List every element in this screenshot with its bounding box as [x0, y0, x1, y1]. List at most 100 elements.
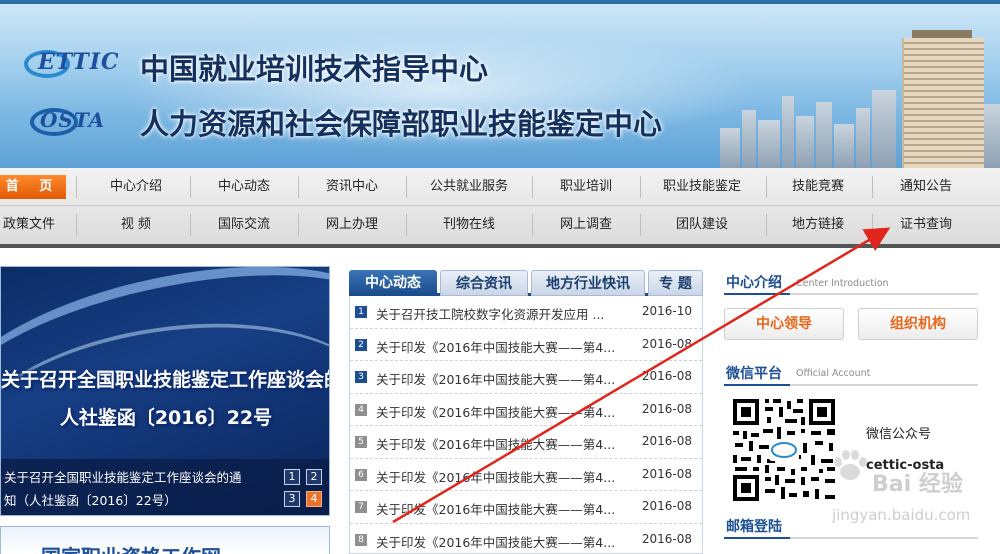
wechat-subheading: Official Account: [796, 368, 871, 379]
nav-divider: [872, 214, 873, 236]
slide-headline: 关于召开全国职业技能鉴定工作座谈会的通知: [1, 369, 329, 391]
news-rank-badge: 7: [355, 501, 367, 513]
nav-divider: [532, 214, 533, 236]
news-title[interactable]: 关于印发《2016年中国技能大赛——第4...: [376, 532, 626, 551]
list-item[interactable]: 5 关于印发《2016年中国技能大赛——第4... 2016-08: [350, 426, 702, 459]
list-item[interactable]: 2 关于印发《2016年中国技能大赛——第4... 2016-08: [350, 329, 702, 361]
center-leaders-button[interactable]: 中心领导: [724, 308, 844, 340]
nav-vocational-training[interactable]: 职业培训: [534, 168, 638, 206]
slide-page-3[interactable]: 3: [284, 491, 300, 507]
news-rank-badge: 4: [355, 403, 367, 416]
ettic-logo-text: ETTIC: [38, 49, 120, 75]
nav-center-intro[interactable]: 中心介绍: [84, 168, 188, 206]
center-intro-heading: 中心介绍: [726, 275, 782, 291]
news-title[interactable]: 关于印发《2016年中国技能大赛——第4...: [376, 499, 626, 518]
news-rank-badge: 1: [355, 306, 367, 318]
nav-skill-competition[interactable]: 技能竞赛: [768, 168, 868, 206]
mail-login-heading[interactable]: 邮箱登陆: [726, 516, 782, 536]
news-date: 2016-08: [641, 401, 692, 416]
wechat-account-label: 微信公众号: [866, 427, 932, 442]
slide-headline-doc-number: 人社鉴函〔2016〕22号: [59, 407, 273, 429]
nav-divider: [406, 214, 407, 236]
ettic-logo[interactable]: ETTIC: [24, 46, 134, 80]
nav-notices[interactable]: 通知公告: [876, 168, 976, 206]
nav-skill-appraisal[interactable]: 职业技能鉴定: [644, 168, 760, 206]
news-rank-badge: 3: [355, 371, 367, 383]
tab-center-news[interactable]: 中心动态: [349, 270, 437, 296]
partner-site-title: 国家职业资格工作网: [41, 541, 221, 554]
list-item[interactable]: 7 关于印发《2016年中国技能大赛——第4... 2016-08: [350, 491, 702, 524]
slide-caption-link[interactable]: 知（人社鉴函〔2016〕22号）: [4, 490, 177, 509]
list-item[interactable]: 3 关于印发《2016年中国技能大赛——第4... 2016-08: [350, 361, 702, 394]
wechat-heading: 微信平台: [726, 366, 782, 382]
osta-logo[interactable]: OSTA: [30, 104, 130, 138]
nav-divider: [406, 176, 407, 198]
news-rank-badge: 8: [355, 533, 367, 546]
nav-row-1: 首 页 中心介绍 中心动态 资讯中心 公共就业服务 职业培训 职业技能鉴定 技能…: [0, 168, 1000, 206]
wechat-account-id: cettic-osta: [866, 458, 945, 473]
nav-divider: [872, 176, 873, 198]
nav-divider: [298, 214, 299, 236]
nav-public-employment[interactable]: 公共就业服务: [410, 168, 528, 206]
nav-local-links[interactable]: 地方链接: [768, 206, 868, 244]
nav-divider: [766, 176, 767, 198]
news-rank-badge: 2: [355, 338, 367, 351]
news-rank-badge: 5: [355, 436, 367, 448]
tab-general-info[interactable]: 综合资讯: [440, 270, 528, 296]
nav-publications[interactable]: 刊物在线: [410, 206, 528, 244]
partner-site-banner[interactable]: 国家职业资格工作网: [0, 526, 330, 554]
organization-button[interactable]: 组织机构: [858, 308, 978, 340]
nav-policy-docs[interactable]: 政策文件: [0, 206, 58, 244]
nav-video[interactable]: 视 频: [84, 206, 188, 244]
banner-title-cettic: 中国就业培训技术指导中心: [140, 52, 489, 86]
news-rank-badge: 6: [355, 468, 367, 481]
slide-page-1[interactable]: 1: [284, 469, 300, 485]
news-title[interactable]: 关于印发《2016年中国技能大赛——第4...: [376, 402, 626, 421]
list-item[interactable]: 6 关于印发《2016年中国技能大赛——第4... 2016-08: [350, 459, 702, 491]
nav-info-center[interactable]: 资讯中心: [300, 168, 404, 206]
news-tabs: 中心动态 综合资讯 地方行业快讯 专 题: [349, 266, 703, 296]
nav-row-2: 政策文件 视 频 国际交流 网上办理 刊物在线 网上调查 团队建设 地方链接 证…: [0, 206, 1000, 244]
slide-page-4[interactable]: 4: [306, 491, 322, 507]
nav-certificate-query[interactable]: 证书查询: [876, 206, 976, 244]
news-title[interactable]: 关于印发《2016年中国技能大赛——第4...: [376, 467, 626, 486]
list-item[interactable]: 8 关于印发《2016年中国技能大赛——第4... 2016-08: [350, 524, 702, 554]
nav-online-services[interactable]: 网上办理: [300, 206, 404, 244]
news-title[interactable]: 关于召开技工院校数字化资源开发应用 ...: [376, 304, 626, 323]
tab-special-topics[interactable]: 专 题: [648, 270, 703, 296]
nav-divider: [76, 214, 77, 236]
section-divider-accent: [724, 293, 790, 295]
nav-divider: [190, 176, 191, 198]
news-date: 2016-08: [641, 466, 692, 481]
news-title[interactable]: 关于印发《2016年中国技能大赛——第4...: [376, 369, 626, 388]
list-item[interactable]: 1 关于召开技工院校数字化资源开发应用 ... 2016-10: [350, 296, 702, 329]
news-date: 2016-10: [641, 304, 692, 318]
news-title[interactable]: 关于印发《2016年中国技能大赛——第4...: [376, 337, 626, 356]
nav-divider: [76, 176, 77, 198]
banner-title-osta: 人力资源和社会保障部职业技能鉴定中心: [140, 107, 663, 141]
nav-divider: [640, 176, 641, 198]
nav-online-survey[interactable]: 网上调查: [534, 206, 638, 244]
baidu-watermark: Bai 经验 jingyan.baidu.com: [820, 440, 990, 540]
news-title[interactable]: 关于印发《2016年中国技能大赛——第4...: [376, 434, 626, 453]
headquarters-tower: [902, 38, 984, 168]
nav-divider: [298, 176, 299, 198]
nav-center-news[interactable]: 中心动态: [192, 168, 296, 206]
slide-page-2[interactable]: 2: [306, 469, 322, 485]
nav-divider: [532, 176, 533, 198]
list-item[interactable]: 4 关于印发《2016年中国技能大赛——第4... 2016-08: [350, 394, 702, 426]
featured-slideshow[interactable]: 关于召开全国职业技能鉴定工作座谈会的通知 人社鉴函〔2016〕22号 关于召开全…: [0, 266, 330, 516]
main-nav: 首 页 中心介绍 中心动态 资讯中心 公共就业服务 职业培训 职业技能鉴定 技能…: [0, 168, 1000, 248]
news-date: 2016-08: [641, 336, 692, 351]
nav-bottom-bar: [0, 244, 1000, 248]
nav-team-building[interactable]: 团队建设: [644, 206, 760, 244]
section-divider-accent: [724, 537, 790, 539]
news-list: 1 关于召开技工院校数字化资源开发应用 ... 2016-10 2 关于印发《2…: [349, 296, 703, 554]
nav-home[interactable]: 首 页: [0, 175, 66, 199]
banner-top-line: [0, 0, 1000, 4]
news-date: 2016-08: [641, 531, 692, 546]
tab-local-news[interactable]: 地方行业快讯: [531, 270, 645, 296]
center-intro-subheading: Center Introduction: [796, 278, 889, 289]
nav-international[interactable]: 国际交流: [192, 206, 296, 244]
slide-caption-link[interactable]: 关于召开全国职业技能鉴定工作座谈会的通: [4, 467, 242, 486]
